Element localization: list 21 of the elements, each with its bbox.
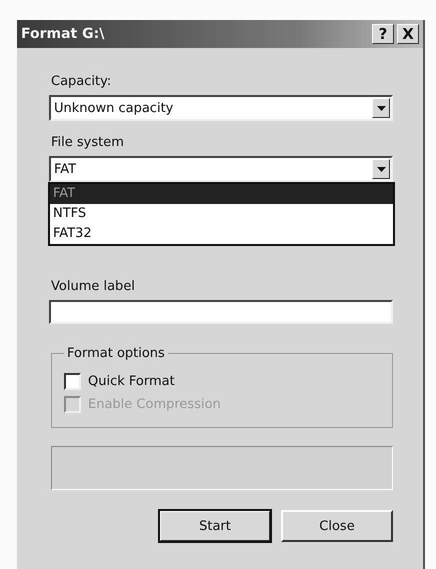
volume-label-field[interactable] bbox=[49, 300, 393, 324]
dropdown-option[interactable]: FAT bbox=[50, 184, 393, 204]
file-system-label: File system bbox=[51, 135, 125, 150]
dropdown-value: FAT bbox=[53, 162, 78, 176]
capacity-label: Capacity: bbox=[51, 74, 112, 89]
dropdown-value: Unknown capacity bbox=[53, 100, 174, 116]
dropdown-option[interactable]: NTFS bbox=[50, 204, 393, 224]
dropdown-option[interactable]: FAT32 bbox=[50, 224, 393, 244]
start-button[interactable]: Start bbox=[159, 510, 271, 542]
window-close-button[interactable]: X bbox=[397, 24, 419, 44]
caret-icon bbox=[376, 106, 386, 110]
capacity-dropdown[interactable]: Unknown capacity bbox=[49, 95, 393, 121]
volume-label-label: Volume label bbox=[51, 279, 136, 294]
dropdown-button[interactable] bbox=[372, 98, 390, 118]
caret-icon bbox=[376, 166, 386, 172]
dropdown-button[interactable] bbox=[372, 159, 390, 179]
close-dialog-button[interactable]: Close bbox=[281, 510, 393, 542]
group-title: Format options bbox=[66, 346, 166, 361]
window-title: Format G:\ bbox=[21, 26, 106, 42]
checkbox[interactable]: Quick Format bbox=[64, 373, 175, 390]
help-button[interactable]: ? bbox=[372, 24, 394, 44]
